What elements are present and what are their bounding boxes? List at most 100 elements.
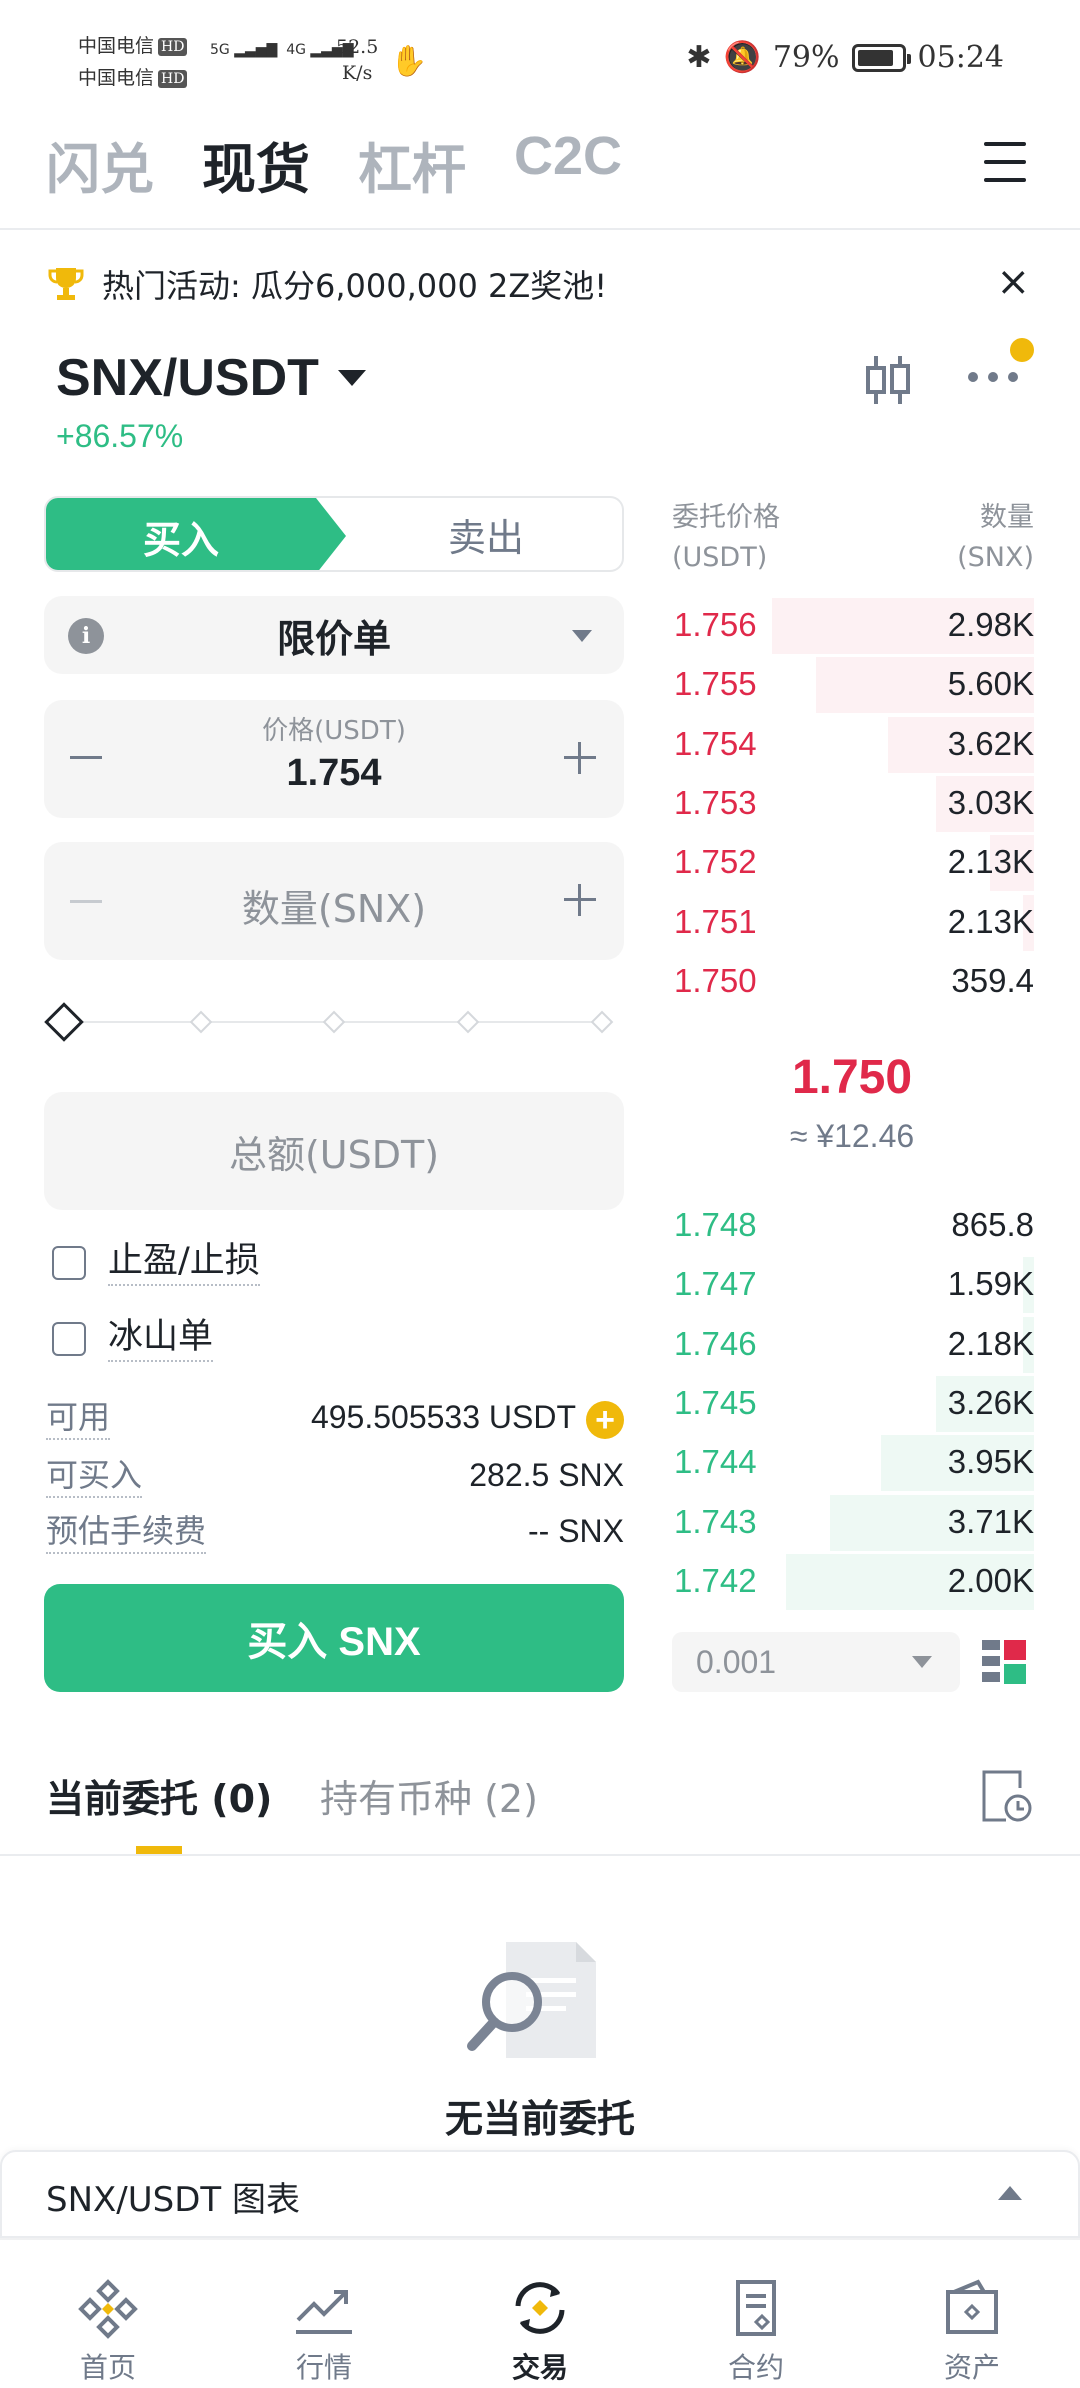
bid-price: 1.748 <box>674 1206 757 1243</box>
qty-header-title: 数量 <box>980 502 1034 533</box>
bid-row[interactable]: 1.746 2.18K <box>670 1316 1034 1373</box>
fee-value: -- SNX <box>528 1513 624 1549</box>
orderbook-layout-icon[interactable] <box>980 1636 1028 1688</box>
increase-price-button[interactable] <box>564 742 596 774</box>
promo-banner[interactable]: 热门活动: 瓜分6,000,000 2Z奖池! × <box>46 256 1036 312</box>
ask-row[interactable]: 1.753 3.03K <box>670 775 1034 832</box>
total-placeholder: 总额(USDT) <box>228 1132 440 1177</box>
precision-select[interactable]: 0.001 <box>672 1632 960 1692</box>
notification-dot <box>1010 338 1034 362</box>
increase-quantity-button[interactable] <box>564 884 596 916</box>
max-buy-row: 可买入 282.5 SNX <box>46 1454 624 1500</box>
menu-icon[interactable] <box>984 142 1026 182</box>
sell-tab[interactable]: 卖出 <box>346 498 622 570</box>
quantity-placeholder: 数量(SNX) <box>241 887 427 931</box>
order-type-select[interactable]: i 限价单 <box>44 596 624 674</box>
bid-row[interactable]: 1.748 865.8 <box>670 1198 1034 1254</box>
ask-row[interactable]: 1.756 2.98K <box>670 598 1034 654</box>
price-label: 价格(USDT) <box>262 716 406 746</box>
nav-assets[interactable]: 资产 <box>902 2276 1042 2386</box>
signal-icon: 5G ▂▃▅▇ 4G ▂▃▅▇ <box>210 42 354 58</box>
fee-row: 预估手续费 -- SNX <box>46 1510 624 1556</box>
ask-row[interactable]: 1.754 3.62K <box>670 716 1034 773</box>
futures-icon <box>736 2280 776 2336</box>
banner-text: 热门活动: 瓜分6,000,000 2Z奖池! <box>102 267 608 305</box>
ask-row[interactable]: 1.751 2.13K <box>670 894 1034 951</box>
nav-trade-label: 交易 <box>511 2351 568 2384</box>
quantity-input[interactable]: 数量(SNX) <box>44 842 624 960</box>
bid-row[interactable]: 1.742 2.00K <box>670 1553 1034 1610</box>
tab-holdings[interactable]: 持有币种 (2) <box>320 1768 538 1823</box>
nav-markets[interactable]: 行情 <box>254 2276 394 2386</box>
nav-home[interactable]: 首页 <box>38 2276 178 2386</box>
ask-row[interactable]: 1.752 2.13K <box>670 835 1034 892</box>
caret-down-icon <box>572 630 592 642</box>
nav-markets-label: 行情 <box>295 2351 352 2384</box>
iceberg-label[interactable]: 冰山单 <box>108 1314 214 1362</box>
slider-stop-100[interactable] <box>590 1010 614 1034</box>
tab-convert[interactable]: 闪兑 <box>46 125 154 204</box>
ask-price: 1.752 <box>674 843 757 881</box>
hd-badge: HD <box>158 70 188 88</box>
chart-panel-toggle[interactable]: SNX/USDT 图表 <box>0 2150 1080 2238</box>
home-icon <box>78 2279 138 2339</box>
nav-futures[interactable]: 合约 <box>686 2276 826 2386</box>
nav-assets-label: 资产 <box>943 2351 1000 2384</box>
slider-handle[interactable] <box>44 1002 84 1042</box>
price-header-unit: (USDT) <box>672 542 768 573</box>
chevron-up-icon[interactable] <box>998 2186 1022 2200</box>
divider <box>0 228 1080 230</box>
info-icon[interactable]: i <box>68 618 104 654</box>
tpsl-checkbox[interactable] <box>52 1246 86 1280</box>
fee-label: 预估手续费 <box>46 1510 207 1554</box>
tab-spot[interactable]: 现货 <box>202 125 310 204</box>
ask-price: 1.755 <box>674 665 757 703</box>
buy-tab[interactable]: 买入 <box>46 498 346 570</box>
bid-row[interactable]: 1.747 1.59K <box>670 1257 1034 1314</box>
price-input[interactable]: 价格(USDT) 1.754 <box>44 700 624 818</box>
nav-home-label: 首页 <box>79 2351 136 2384</box>
slider-stop-25[interactable] <box>189 1010 213 1034</box>
ask-quantity: 359.4 <box>951 961 1034 999</box>
bid-quantity: 3.26K <box>947 1383 1034 1421</box>
available-row: 可用 495.505533 USDT + <box>46 1396 624 1442</box>
total-input[interactable]: 总额(USDT) <box>44 1092 624 1210</box>
max-buy-label: 可买入 <box>46 1454 143 1498</box>
price-change: +86.57% <box>56 418 184 454</box>
available-value: 495.505533 USDT <box>310 1399 576 1435</box>
ask-quantity: 2.13K <box>947 902 1034 940</box>
candlestick-chart-icon[interactable] <box>862 352 914 408</box>
carrier-2: 中国电信 <box>78 67 155 89</box>
order-history-icon[interactable] <box>980 1768 1032 1824</box>
ask-price: 1.756 <box>674 606 757 643</box>
bid-quantity: 3.95K <box>947 1443 1034 1481</box>
ask-row[interactable]: 1.755 5.60K <box>670 657 1034 714</box>
tab-open-orders[interactable]: 当前委托 (0) <box>46 1768 272 1823</box>
tpsl-label[interactable]: 止盈/止损 <box>108 1238 260 1286</box>
tab-margin[interactable]: 杠杆 <box>358 125 466 204</box>
nav-trade[interactable]: 交易 <box>470 2276 610 2386</box>
bid-price: 1.746 <box>674 1324 757 1362</box>
bid-row[interactable]: 1.745 3.26K <box>670 1375 1034 1432</box>
bid-quantity: 2.00K <box>947 1561 1034 1599</box>
price-value[interactable]: 1.754 <box>44 752 624 795</box>
close-icon[interactable]: × <box>996 260 1030 304</box>
pair-selector[interactable]: SNX/USDT <box>56 348 319 408</box>
tab-c2c[interactable]: C2C <box>514 125 622 204</box>
trade-icon <box>515 2282 565 2334</box>
amount-slider[interactable] <box>44 1002 614 1042</box>
more-icon[interactable] <box>968 372 1018 382</box>
orderbook-qty-header: 数量 (SNX) <box>957 498 1034 578</box>
slider-stop-75[interactable] <box>456 1010 480 1034</box>
iceberg-checkbox[interactable] <box>52 1322 86 1356</box>
bid-row[interactable]: 1.743 3.71K <box>670 1494 1034 1551</box>
bid-price: 1.747 <box>674 1265 757 1303</box>
bid-row[interactable]: 1.744 3.95K <box>670 1435 1034 1492</box>
caret-down-icon[interactable] <box>338 370 366 386</box>
ask-price: 1.751 <box>674 902 757 940</box>
ask-row[interactable]: 1.750 359.4 <box>670 954 1034 1010</box>
slider-stop-50[interactable] <box>322 1010 346 1034</box>
add-funds-icon[interactable]: + <box>586 1400 624 1439</box>
markets-icon <box>296 2290 352 2334</box>
buy-snx-button[interactable]: 买入 SNX <box>44 1584 624 1692</box>
